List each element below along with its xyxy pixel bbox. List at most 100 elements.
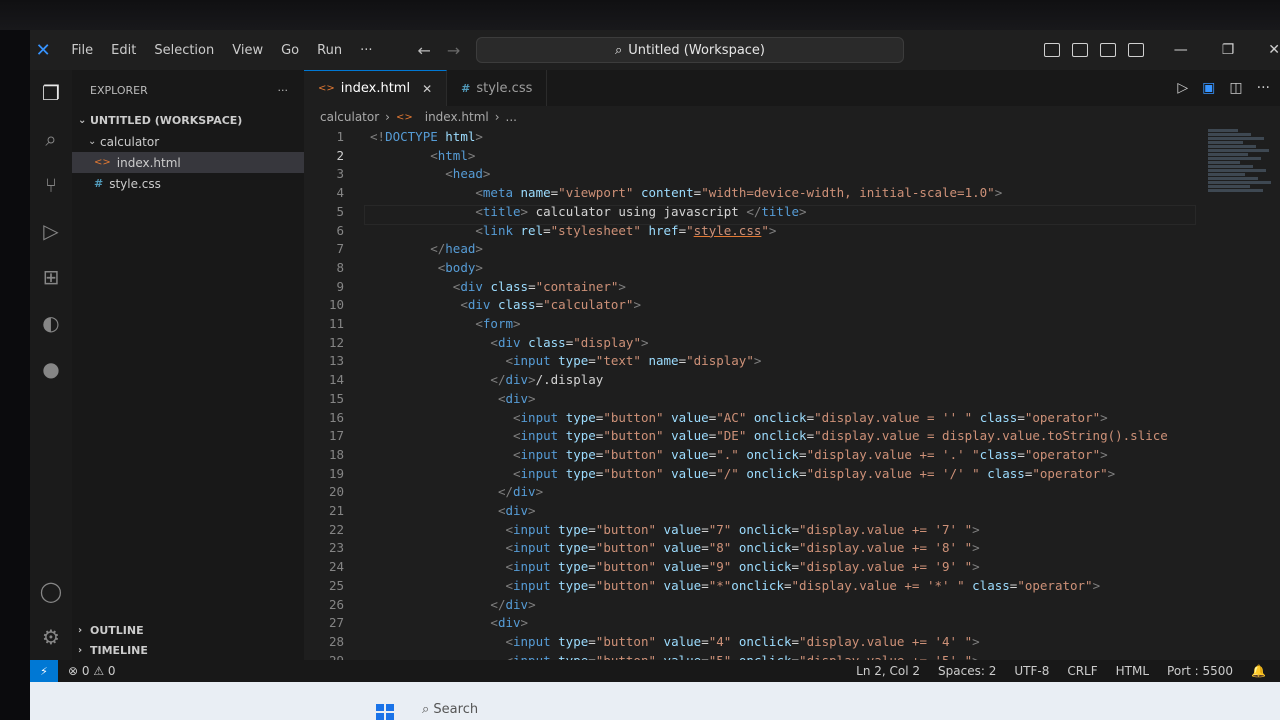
search-icon[interactable]: ⌕: [30, 116, 72, 162]
tab-style-css[interactable]: # style.css: [447, 70, 548, 106]
code-text: <html>: [430, 147, 476, 163]
code-text: </div>: [497, 484, 544, 500]
file-label: style.css: [109, 176, 161, 191]
timeline-label: TIMELINE: [90, 643, 148, 657]
html-file-icon: <>: [395, 111, 413, 123]
menu-item[interactable]: File: [62, 43, 102, 58]
live-server-port[interactable]: Port : 5500: [1167, 664, 1233, 678]
breadcrumb: calculator › <> index.html › ...: [304, 106, 1280, 128]
breadcrumb-file[interactable]: index.html: [425, 110, 489, 124]
more-actions-icon[interactable]: ···: [1257, 80, 1270, 96]
title-bar: ✕ File Edit Selection View Go Run ··· ← → ⌕ Un…: [30, 30, 1280, 70]
customize-layout-icon[interactable]: [1127, 43, 1144, 57]
go-live-icon[interactable]: ▣: [1202, 80, 1215, 96]
timeline-section[interactable]: › TIMELINE: [72, 640, 304, 660]
encoding[interactable]: UTF-8: [1014, 664, 1049, 678]
minimap-line: [1208, 185, 1250, 188]
line-number: 15: [328, 390, 344, 406]
chevron-down-icon: ⌄: [78, 115, 87, 126]
line-number: 16: [328, 409, 344, 425]
menu-item[interactable]: Selection: [145, 43, 223, 58]
minimap-line: [1208, 189, 1263, 192]
code-text: <input type="button" value="4" onclick="…: [505, 633, 980, 649]
toggle-panel-icon[interactable]: [1071, 43, 1088, 57]
minimize-icon[interactable]: —: [1174, 42, 1188, 58]
code-text: <meta name="viewport" content="width=dev…: [475, 185, 1003, 201]
code-editor[interactable]: 1 <!DOCTYPE html> 2 <html> 3 <head> 4 <meta …: [304, 128, 1204, 668]
minimap-line: [1208, 165, 1253, 168]
close-window-icon[interactable]: ✕: [1268, 42, 1280, 58]
language-mode[interactable]: HTML: [1116, 664, 1149, 678]
line-number: 2: [336, 147, 344, 163]
close-icon[interactable]: ✕: [422, 82, 432, 96]
remote-indicator-icon[interactable]: ⚡: [30, 660, 58, 682]
editor-area: <> index.html ✕ # style.css ▷ ▣ ◫ ··· ca…: [304, 70, 1280, 668]
minimap-line: [1208, 173, 1245, 176]
outline-label: OUTLINE: [90, 623, 144, 637]
run-debug-icon[interactable]: ▷: [30, 208, 72, 254]
breadcrumb-more[interactable]: ...: [506, 110, 517, 124]
json-icon[interactable]: ●: [30, 346, 72, 392]
notifications-icon[interactable]: 🔔: [1251, 664, 1266, 678]
taskbar-search[interactable]: ⌕ Search: [422, 702, 478, 717]
menu-item[interactable]: Go: [272, 43, 308, 58]
code-text: <input type="text" name="display">: [505, 353, 762, 369]
folder-calculator[interactable]: ⌄ calculator: [72, 131, 304, 152]
file-style-css[interactable]: # style.css: [72, 173, 304, 194]
code-text: <form>: [475, 316, 521, 331]
code-text: </div>/.display: [490, 372, 604, 388]
split-editor-icon[interactable]: ◫: [1229, 80, 1242, 96]
explorer-more-icon[interactable]: ···: [278, 84, 289, 97]
code-text: <input type="button" value="*"onclick="d…: [505, 577, 1101, 593]
editor-actions: ▷ ▣ ◫ ···: [1177, 70, 1270, 106]
back-arrow-icon[interactable]: ←: [417, 41, 430, 60]
code-text: <div>: [497, 503, 536, 518]
menu-item[interactable]: Run: [308, 43, 351, 58]
indentation[interactable]: Spaces: 2: [938, 664, 996, 678]
toggle-primary-sidebar-icon[interactable]: [1043, 43, 1060, 57]
command-center-search[interactable]: ⌕ Untitled (Workspace): [476, 37, 904, 63]
outline-section[interactable]: › OUTLINE: [72, 620, 304, 640]
workspace-root[interactable]: ⌄ UNTITLED (WORKSPACE): [72, 110, 304, 131]
restore-icon[interactable]: ❐: [1222, 42, 1235, 58]
code-text: <input type="button" value="." onclick="…: [513, 446, 1108, 462]
code-text: <input type="button" value="8" onclick="…: [505, 540, 980, 556]
cursor-position[interactable]: Ln 2, Col 2: [856, 664, 920, 678]
gear-icon[interactable]: ⚙: [30, 614, 72, 660]
menu-item[interactable]: Edit: [102, 43, 145, 58]
code-text: <input type="button" value="/" onclick="…: [513, 465, 1116, 481]
file-index-html[interactable]: <> index.html: [72, 152, 304, 173]
explorer-title: EXPLORER: [90, 83, 148, 97]
files-icon[interactable]: ❐: [30, 70, 72, 116]
extensions-icon[interactable]: ⊞: [30, 254, 72, 300]
menu-item[interactable]: ···: [351, 43, 381, 58]
line-number: 6: [336, 222, 344, 238]
toggle-secondary-sidebar-icon[interactable]: [1099, 43, 1116, 57]
source-control-icon[interactable]: ⑂: [30, 162, 72, 208]
taskbar-search-label: Search: [433, 702, 479, 717]
line-number: 7: [336, 241, 344, 257]
line-number: 10: [328, 297, 344, 313]
menu-item[interactable]: View: [223, 43, 272, 58]
editor-tabs: <> index.html ✕ # style.css ▷ ▣ ◫ ···: [304, 70, 1280, 106]
breadcrumb-folder[interactable]: calculator: [320, 110, 379, 124]
problems-indicator[interactable]: ⊗ 0 ⚠ 0: [68, 664, 116, 678]
vscode-logo-icon: ✕: [35, 39, 51, 61]
forward-arrow-icon[interactable]: →: [447, 41, 460, 60]
code-text: <input type="button" value="9" onclick="…: [505, 559, 980, 575]
nav-arrows: ← →: [417, 41, 460, 60]
code-text: <!DOCTYPE html>: [370, 129, 483, 144]
line-number: 4: [336, 185, 344, 201]
minimap-line: [1208, 137, 1264, 140]
line-ending[interactable]: CRLF: [1067, 664, 1097, 678]
edge-icon[interactable]: ◐: [30, 300, 72, 346]
run-icon[interactable]: ▷: [1177, 80, 1188, 96]
line-number: 21: [328, 503, 344, 518]
window-title: Untitled (Workspace): [628, 42, 766, 58]
tab-index-html[interactable]: <> index.html ✕: [304, 70, 448, 106]
minimap-line: [1208, 181, 1271, 184]
account-icon[interactable]: ◯: [30, 568, 72, 614]
minimap[interactable]: [1208, 128, 1272, 198]
code-text: <div class="display">: [490, 334, 649, 350]
windows-start-icon[interactable]: [376, 704, 394, 720]
